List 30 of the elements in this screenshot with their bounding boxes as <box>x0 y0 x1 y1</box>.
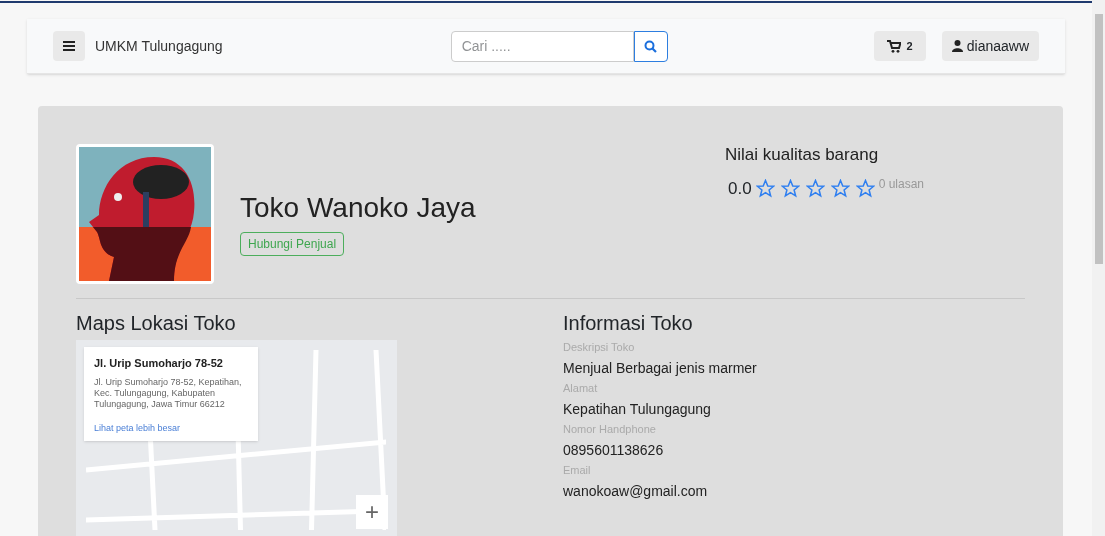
cart-button[interactable]: 2 <box>873 31 926 61</box>
menu-icon <box>63 41 75 51</box>
search-icon <box>644 39 658 53</box>
empty-star-icon <box>805 178 825 198</box>
rating-title: Nilai kualitas barang <box>725 144 880 166</box>
empty-star-icon <box>855 178 875 198</box>
search-button[interactable] <box>633 30 668 62</box>
search-field[interactable]: Cari ..... <box>450 30 634 62</box>
section-title: Informasi Toko <box>563 311 694 335</box>
user-icon <box>951 40 963 52</box>
larger-map-link[interactable]: Lihat peta lebih besar <box>94 421 248 435</box>
popup-title: Jl. Urip Sumoharjo 78-52 <box>94 356 224 371</box>
menu-button[interactable] <box>53 31 85 61</box>
section-title: Maps Lokasi Toko <box>76 311 237 335</box>
brand-name[interactable]: UMKM Tulungagung <box>95 35 223 57</box>
user-button[interactable]: dianaaww <box>941 31 1039 61</box>
cart-icon <box>886 39 901 53</box>
popup-address: Jl. Urip Sumoharjo 78-52, Kepatihan, Kec. Tulungagung, Kabupaten Tulungagung, Jawa Timur 66212 <box>94 376 243 410</box>
field-value: Menjual Berbagai jenis marmer <box>563 359 758 377</box>
field-value: wanokoaw@gmail.com <box>563 482 709 500</box>
empty-star-icon <box>755 178 775 198</box>
empty-star-icon <box>830 178 850 198</box>
field-value: 0895601138626 <box>563 441 665 459</box>
store-name: Toko Wanoko Jaya <box>240 191 476 225</box>
empty-star-icon <box>780 178 800 198</box>
zoom-in-button[interactable]: + <box>356 495 388 529</box>
field-value: Kepatihan Tulungagung <box>563 400 712 418</box>
rating-score: 0.0 <box>728 177 752 200</box>
review-count: 0 ulasan <box>878 176 924 194</box>
scrollbar[interactable] <box>1092 0 1105 536</box>
